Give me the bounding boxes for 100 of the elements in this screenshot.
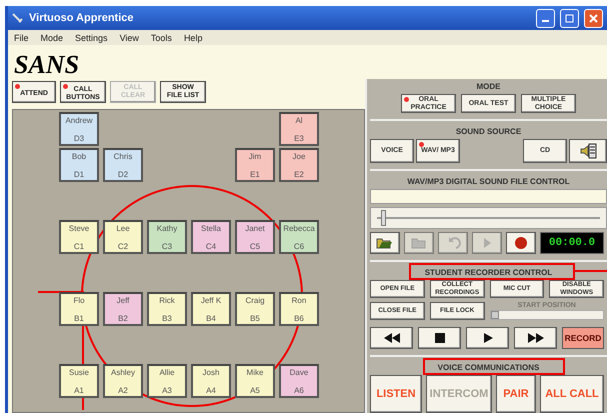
student-name: Mike <box>246 368 264 377</box>
seat-code: B4 <box>206 314 216 323</box>
section-heading: WAV/MP3 DIGITAL SOUND FILE CONTROL <box>407 177 570 186</box>
student-seat[interactable]: Rebecca C6 <box>279 220 319 254</box>
student-name: Joe <box>292 152 306 161</box>
maximize-button[interactable] <box>560 8 579 28</box>
menu-item[interactable]: Tools <box>150 32 172 42</box>
stop-button[interactable] <box>418 327 461 349</box>
section-heading: SOUND SOURCE <box>456 127 522 136</box>
student-seat[interactable]: Allie A3 <box>147 364 187 398</box>
seat-code: A2 <box>118 386 128 395</box>
student-seat[interactable]: Kathy C3 <box>147 220 187 254</box>
seat-code: C3 <box>162 242 172 251</box>
seat-code: B1 <box>74 314 84 323</box>
class-title: SANS <box>14 51 80 79</box>
seat-code: C2 <box>118 242 128 251</box>
student-name: Jeff K <box>200 296 222 305</box>
student-name: Jeff <box>116 296 130 305</box>
section-heading: STUDENT RECORDER CONTROL <box>424 268 552 277</box>
student-seat[interactable]: Steve C1 <box>59 220 99 254</box>
start-position-slider[interactable] <box>490 310 604 320</box>
student-seat[interactable]: Flo B1 <box>59 292 99 326</box>
student-name: Al <box>295 116 303 125</box>
seat-code: E2 <box>294 170 304 179</box>
record-button[interactable]: RECORD <box>562 327 604 349</box>
fast-forward-button[interactable] <box>514 327 557 349</box>
rewind-button[interactable] <box>370 327 413 349</box>
student-name: Rick <box>159 296 175 305</box>
seat-code: C5 <box>250 242 260 251</box>
seat-code: B6 <box>294 314 304 323</box>
window-title: Virtuoso Apprentice <box>29 12 135 24</box>
seat-code: C1 <box>74 242 84 251</box>
slider-thumb[interactable] <box>381 210 386 226</box>
seat-code: A4 <box>206 386 216 395</box>
minimize-button[interactable] <box>536 8 555 28</box>
student-seat[interactable]: Mike A5 <box>235 364 275 398</box>
student-name: Andrew <box>65 116 93 125</box>
seat-code: C4 <box>206 242 216 251</box>
seat-code: E3 <box>294 134 304 143</box>
position-slider[interactable] <box>370 207 607 229</box>
file-control-button[interactable] <box>370 232 400 254</box>
student-name: Jim <box>248 152 262 161</box>
seat-code: B3 <box>162 314 172 323</box>
seat-code: B5 <box>250 314 260 323</box>
student-seat[interactable]: Craig B5 <box>235 292 275 326</box>
student-name: Stella <box>200 224 221 233</box>
student-seat[interactable]: Al E3 <box>279 112 319 146</box>
student-name: Flo <box>73 296 85 305</box>
play-button[interactable] <box>466 327 509 349</box>
seat-code: D3 <box>74 134 84 143</box>
student-seat[interactable]: Janet C5 <box>235 220 275 254</box>
student-seat[interactable]: Ashley A2 <box>103 364 143 398</box>
close-button[interactable] <box>584 8 603 28</box>
speaker-button[interactable] <box>569 139 607 163</box>
student-seat[interactable]: Andrew D3 <box>59 112 99 146</box>
seat-code: A1 <box>74 386 84 395</box>
student-name: Rebecca <box>283 224 315 233</box>
minimize-icon <box>542 20 549 22</box>
seat-code: D2 <box>118 170 128 179</box>
student-name: Ron <box>292 296 306 305</box>
indicator-dot <box>419 142 424 147</box>
seat-code: B2 <box>118 314 128 323</box>
menu-item[interactable]: Mode <box>40 32 64 42</box>
student-seat[interactable]: Dave A6 <box>279 364 319 398</box>
student-name: Allie <box>159 368 175 377</box>
student-seat[interactable]: Jeff K B4 <box>191 292 231 326</box>
section-heading: VOICE COMMUNICATIONS <box>438 363 540 372</box>
seat-code: A3 <box>162 386 172 395</box>
seat-code: A5 <box>250 386 260 395</box>
student-seat[interactable]: Jim E1 <box>235 148 275 182</box>
student-name: Craig <box>245 296 265 305</box>
student-seat[interactable]: Stella C4 <box>191 220 231 254</box>
student-name: Josh <box>202 368 220 377</box>
app-icon <box>12 12 24 24</box>
seat-code: D1 <box>74 170 84 179</box>
student-name: Ashley <box>110 368 135 377</box>
file-control-button[interactable] <box>506 232 536 254</box>
speaker-icon <box>578 141 598 161</box>
student-seat[interactable]: Susie A1 <box>59 364 99 398</box>
student-seat[interactable]: Rick B3 <box>147 292 187 326</box>
student-seat[interactable]: Josh A4 <box>191 364 231 398</box>
maximize-icon <box>565 14 574 22</box>
menu-item[interactable]: File <box>14 32 29 42</box>
seat-code: A6 <box>294 386 304 395</box>
menu-item[interactable]: View <box>120 32 139 42</box>
student-name: Bob <box>72 152 86 161</box>
menu-item[interactable]: Help <box>184 32 202 42</box>
file-name-field[interactable] <box>370 189 607 204</box>
student-name: Chris <box>114 152 132 161</box>
student-seat[interactable]: Ron B6 <box>279 292 319 326</box>
section-heading: MODE <box>476 82 500 91</box>
student-seat[interactable]: Chris D2 <box>103 148 143 182</box>
student-seat[interactable]: Jeff B2 <box>103 292 143 326</box>
indicator-dot <box>404 97 409 102</box>
student-name: Lee <box>116 224 130 233</box>
student-seat[interactable]: Lee C2 <box>103 220 143 254</box>
student-seat[interactable]: Bob D1 <box>59 148 99 182</box>
menu-item[interactable]: Settings <box>75 32 108 42</box>
student-name: Steve <box>68 224 90 233</box>
student-seat[interactable]: Joe E2 <box>279 148 319 182</box>
